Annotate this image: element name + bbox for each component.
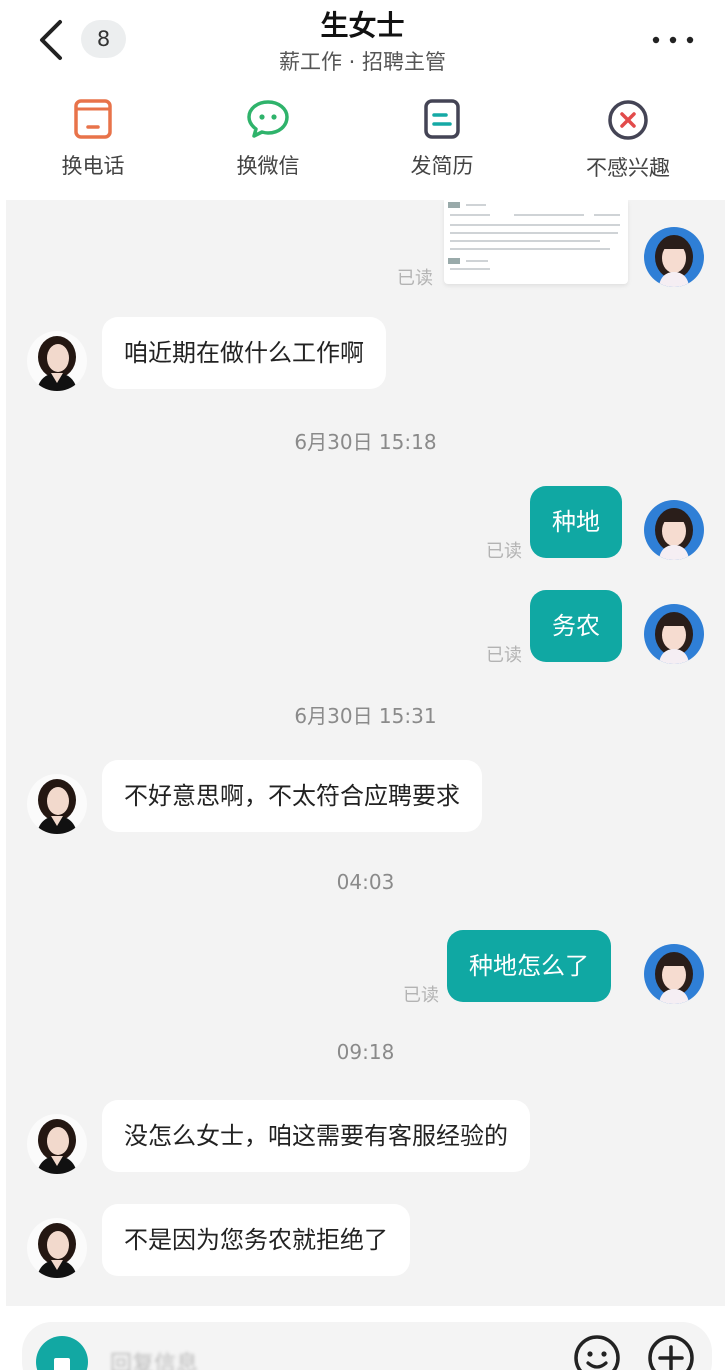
plus-icon[interactable] — [647, 1334, 695, 1370]
message-bubble-sent[interactable]: 务农 — [530, 590, 622, 662]
message-bubble-sent[interactable]: 种地怎么了 — [447, 930, 611, 1002]
message-bubble-received[interactable]: 不好意思啊，不太符合应聘要求 — [102, 760, 482, 832]
more-dots-icon[interactable] — [652, 36, 694, 44]
message-bubble-sent[interactable]: 种地 — [530, 486, 622, 558]
not-interested-label: 不感兴趣 — [586, 156, 670, 180]
not-interested-icon — [608, 100, 648, 140]
quick-reply-icon — [54, 1358, 70, 1370]
recruiter-portrait-icon — [27, 1218, 87, 1278]
user-portrait-icon — [644, 944, 704, 1004]
recruiter-avatar[interactable] — [27, 1114, 87, 1174]
recruiter-avatar[interactable] — [27, 1218, 87, 1278]
read-receipt: 已读 — [486, 645, 522, 666]
message-bubble-received[interactable]: 没怎么女士，咱这需要有客服经验的 — [102, 1100, 530, 1172]
timestamp: 09:18 — [336, 1040, 395, 1064]
quick-reply-button[interactable] — [36, 1336, 88, 1370]
recruiter-portrait-icon — [27, 331, 87, 391]
read-receipt: 已读 — [403, 985, 439, 1006]
my-avatar[interactable] — [644, 604, 704, 664]
chat-message-list[interactable]: 已读 咱近期在做什么工作啊 6月30日 15:18 种地 已读 务农 已读 6月… — [6, 200, 725, 1306]
timestamp: 6月30日 15:18 — [294, 430, 437, 454]
send-resume-button[interactable]: 发简历 — [362, 98, 522, 180]
exchange-phone-button[interactable]: 换电话 — [13, 98, 173, 180]
action-bar: 换电话 换微信 发简历 不感兴趣 — [0, 90, 725, 200]
read-receipt: 已读 — [397, 268, 433, 289]
my-avatar[interactable] — [644, 944, 704, 1004]
message-bubble-received[interactable]: 咱近期在做什么工作啊 — [102, 317, 386, 389]
chat-header: 8 生女士 薪工作 · 招聘主管 — [0, 0, 725, 84]
user-portrait-icon — [644, 604, 704, 664]
emoji-icon[interactable] — [573, 1334, 621, 1370]
wechat-bubble-icon — [247, 100, 289, 138]
contact-company-role: 薪工作 · 招聘主管 — [278, 50, 447, 74]
user-portrait-icon — [644, 227, 704, 287]
phone-card-icon — [74, 99, 112, 139]
timestamp: 04:03 — [336, 870, 395, 894]
resume-doc-icon — [424, 99, 460, 139]
timestamp: 6月30日 15:31 — [294, 704, 437, 728]
message-bubble-received[interactable]: 不是因为您务农就拒绝了 — [102, 1204, 410, 1276]
user-portrait-icon — [644, 500, 704, 560]
recruiter-avatar[interactable] — [27, 774, 87, 834]
exchange-wechat-label: 换微信 — [236, 154, 300, 178]
recruiter-avatar[interactable] — [27, 331, 87, 391]
exchange-wechat-button[interactable]: 换微信 — [188, 98, 348, 180]
not-interested-button[interactable]: 不感兴趣 — [548, 98, 708, 182]
resume-attachment-card[interactable] — [444, 200, 628, 284]
my-avatar[interactable] — [644, 500, 704, 560]
exchange-phone-label: 换电话 — [61, 154, 125, 178]
send-resume-label: 发简历 — [410, 154, 474, 178]
contact-name: 生女士 — [320, 9, 405, 42]
recruiter-portrait-icon — [27, 774, 87, 834]
read-receipt: 已读 — [486, 541, 522, 562]
message-input-placeholder: 回复信息 — [110, 1352, 199, 1370]
my-avatar[interactable] — [644, 227, 704, 287]
recruiter-portrait-icon — [27, 1114, 87, 1174]
